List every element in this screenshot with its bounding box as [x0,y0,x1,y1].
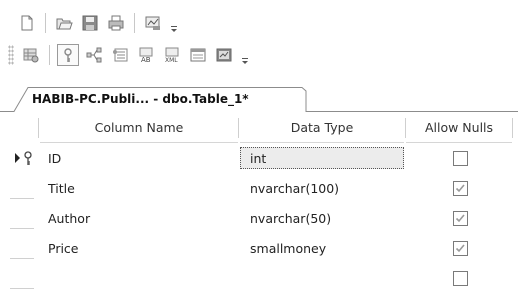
toolbar-overflow-chevron-icon[interactable] [239,44,251,66]
row-header[interactable] [10,258,34,259]
allow-nulls-header[interactable]: Allow Nulls [406,112,512,143]
allow-nulls-checkbox[interactable] [452,150,468,166]
primary-key-icon[interactable] [57,44,79,66]
row-header[interactable] [10,288,34,289]
chart-icon[interactable] [142,12,164,34]
data-type-cell[interactable]: nvarchar(50) [250,203,400,233]
open-folder-icon[interactable] [53,12,75,34]
header-divider [405,118,406,138]
print-icon[interactable] [105,12,127,34]
allow-nulls-cell [448,263,472,293]
row-header[interactable] [10,198,34,199]
table-row[interactable] [0,263,518,293]
table-row[interactable]: Price smallmoney [0,233,518,263]
toolbar-overflow-chevron-icon[interactable] [168,12,180,34]
header-divider [512,118,513,138]
document-tab[interactable]: HABIB-PC.Publi... - dbo.Table_1* [14,86,257,112]
allow-nulls-cell [448,233,472,263]
allow-nulls-cell [448,143,472,173]
spatial-index-icon[interactable] [213,44,235,66]
xml-index-icon[interactable]: XML [161,44,183,66]
table-row[interactable]: Author nvarchar(50) [0,203,518,233]
toolbar-separator [49,45,50,65]
tab-title: HABIB-PC.Publi... - dbo.Table_1* [32,92,249,106]
column-name-header[interactable]: Column Name [40,112,238,143]
data-type-cell[interactable]: nvarchar(100) [250,173,400,203]
allow-nulls-checkbox[interactable] [452,210,468,226]
data-type-cell[interactable]: int [250,143,400,173]
text-index-icon[interactable]: AB [135,44,157,66]
data-type-header[interactable]: Data Type [240,112,404,143]
table-row[interactable]: Title nvarchar(100) [0,173,518,203]
new-page-icon[interactable] [16,12,38,34]
primary-key-row-indicator-icon [14,150,40,166]
table-designer-toolbar: AB XML [0,40,251,70]
data-type-cell[interactable] [250,263,400,293]
row-header[interactable] [10,228,34,229]
grid-set-key-icon[interactable] [20,44,42,66]
data-type-cell[interactable]: smallmoney [250,233,400,263]
column-name-cell[interactable] [48,263,228,293]
document-tab-strip: HABIB-PC.Publi... - dbo.Table_1* [0,86,518,112]
allow-nulls-checkbox[interactable] [452,240,468,256]
standard-toolbar [0,8,180,38]
allow-nulls-checkbox[interactable] [452,270,468,286]
toolbar-separator [134,13,135,33]
relationships-icon[interactable] [83,44,105,66]
column-name-cell[interactable]: ID [48,143,228,173]
toolbar-grip[interactable] [8,45,14,65]
column-name-cell[interactable]: Title [48,173,228,203]
column-name-cell[interactable]: Author [48,203,228,233]
check-constraint-icon[interactable] [187,44,209,66]
indexes-icon[interactable] [109,44,131,66]
allow-nulls-cell [448,203,472,233]
header-divider [238,118,239,138]
allow-nulls-checkbox[interactable] [452,180,468,196]
allow-nulls-cell [448,173,472,203]
table-design-grid: Column Name Data Type Allow Nulls ID int T… [0,112,518,291]
svg-text:AB: AB [141,56,151,64]
table-row[interactable]: ID int [0,143,518,173]
svg-text:XML: XML [165,57,178,64]
toolbar-separator [45,13,46,33]
column-name-cell[interactable]: Price [48,233,228,263]
header-divider [38,118,39,138]
save-disk-icon[interactable] [79,12,101,34]
